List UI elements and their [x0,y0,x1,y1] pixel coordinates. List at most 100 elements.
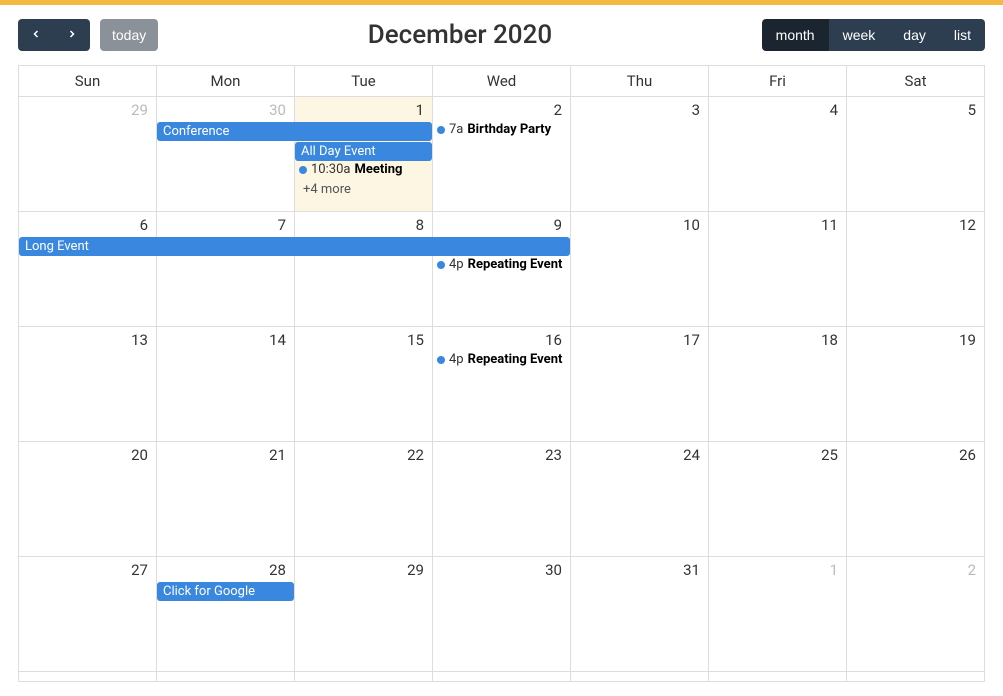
calendar-day-cell[interactable]: 15 [295,327,433,442]
day-number[interactable]: 17 [571,327,708,351]
event-bar[interactable]: Long Event [19,237,570,256]
calendar-week-row: 2728Click for Google29303112 [19,557,985,672]
day-number[interactable]: 21 [157,442,294,466]
calendar-title: December 2020 [368,20,552,50]
day-number[interactable]: 31 [571,557,708,581]
calendar-day-cell[interactable]: 22 [295,442,433,557]
event-bar[interactable]: Conference [157,122,432,141]
day-number[interactable]: 14 [157,327,294,351]
day-number[interactable]: 27 [19,557,156,581]
day-number[interactable]: 30 [433,557,570,581]
event-item[interactable]: 4pRepeating Event [433,256,570,273]
day-number[interactable]: 29 [295,557,432,581]
day-header: Sun [19,66,157,97]
calendar-day-cell[interactable]: 8 [295,212,433,327]
day-number[interactable]: 7 [157,212,294,236]
event-item[interactable]: 7aBirthday Party [433,121,570,138]
calendar-day-cell[interactable]: 5 [847,97,985,212]
calendar-day-cell[interactable]: 27 [19,557,157,672]
calendar-day-cell[interactable]: 20 [19,442,157,557]
calendar-day-cell[interactable]: 7 [157,212,295,327]
calendar-day-cell[interactable] [709,672,847,682]
day-number[interactable]: 3 [571,97,708,121]
day-number[interactable]: 11 [709,212,846,236]
day-number[interactable]: 19 [847,327,984,351]
calendar-day-cell[interactable]: 9 4pRepeating Event [433,212,571,327]
calendar-day-cell[interactable]: 25 [709,442,847,557]
day-number[interactable]: 22 [295,442,432,466]
event-item[interactable]: 4pRepeating Event [433,351,570,368]
calendar-day-cell[interactable] [433,672,571,682]
day-number[interactable]: 24 [571,442,708,466]
calendar-day-cell[interactable]: 14 [157,327,295,442]
calendar-day-cell[interactable]: 29 [295,557,433,672]
calendar-day-cell[interactable] [157,672,295,682]
calendar-day-cell[interactable] [19,672,157,682]
day-number[interactable]: 13 [19,327,156,351]
day-number[interactable]: 10 [571,212,708,236]
calendar-day-cell[interactable]: 12 [847,212,985,327]
view-list-button[interactable]: list [940,19,985,51]
calendar-day-cell[interactable]: 27aBirthday Party [433,97,571,212]
event-time: 7a [449,122,463,137]
day-number[interactable]: 12 [847,212,984,236]
day-number[interactable]: 2 [433,97,570,121]
next-button[interactable] [54,19,90,51]
calendar-day-cell[interactable]: 26 [847,442,985,557]
day-number[interactable]: 6 [19,212,156,236]
day-number[interactable]: 4 [709,97,846,121]
day-number[interactable]: 30 [157,97,294,121]
calendar-day-cell[interactable]: 1 All Day Event10:30aMeeting +4 more [295,97,433,212]
event-bar[interactable]: Click for Google [157,582,294,601]
calendar-day-cell[interactable]: 13 [19,327,157,442]
calendar-day-cell[interactable]: 24 [571,442,709,557]
calendar-day-cell[interactable]: 164pRepeating Event [433,327,571,442]
calendar-day-cell[interactable]: 30Conference [157,97,295,212]
calendar-day-cell[interactable]: 28Click for Google [157,557,295,672]
calendar-day-cell[interactable]: 29 [19,97,157,212]
day-header: Thu [571,66,709,97]
day-number[interactable]: 1 [709,557,846,581]
day-number[interactable]: 23 [433,442,570,466]
calendar-day-cell[interactable] [847,672,985,682]
calendar-day-cell[interactable] [295,672,433,682]
calendar-day-cell[interactable]: 1 [709,557,847,672]
calendar-day-cell[interactable]: 23 [433,442,571,557]
view-week-button[interactable]: week [829,19,890,51]
day-number[interactable]: 1 [295,97,432,121]
today-button[interactable]: today [100,19,158,51]
calendar-day-cell[interactable]: 11 [709,212,847,327]
day-number[interactable]: 29 [19,97,156,121]
calendar-day-cell[interactable]: 31 [571,557,709,672]
event-bar[interactable]: All Day Event [295,142,432,161]
day-number[interactable]: 20 [19,442,156,466]
calendar-day-cell[interactable]: 30 [433,557,571,672]
calendar-day-cell[interactable]: 18 [709,327,847,442]
prev-button[interactable] [18,19,54,51]
more-events-link[interactable]: +4 more [297,181,357,198]
calendar-day-cell[interactable]: 2 [847,557,985,672]
view-month-button[interactable]: month [762,19,829,51]
day-number[interactable]: 18 [709,327,846,351]
view-day-button[interactable]: day [889,19,940,51]
calendar-day-cell[interactable]: 3 [571,97,709,212]
calendar-day-cell[interactable] [571,672,709,682]
calendar-day-cell[interactable]: 17 [571,327,709,442]
day-number[interactable]: 15 [295,327,432,351]
day-number[interactable]: 9 [433,212,570,236]
day-number[interactable]: 2 [847,557,984,581]
day-number[interactable]: 16 [433,327,570,351]
event-item[interactable]: 10:30aMeeting [295,161,432,178]
day-number[interactable]: 25 [709,442,846,466]
calendar-day-cell[interactable]: 6Long Event [19,212,157,327]
calendar-day-cell[interactable]: 21 [157,442,295,557]
calendar-day-cell[interactable]: 19 [847,327,985,442]
day-number[interactable]: 5 [847,97,984,121]
day-header: Mon [157,66,295,97]
day-number[interactable]: 26 [847,442,984,466]
day-number[interactable]: 8 [295,212,432,236]
calendar-toolbar: today December 2020 month week day list [18,19,985,51]
calendar-day-cell[interactable]: 10 [571,212,709,327]
calendar-day-cell[interactable]: 4 [709,97,847,212]
day-number[interactable]: 28 [157,557,294,581]
